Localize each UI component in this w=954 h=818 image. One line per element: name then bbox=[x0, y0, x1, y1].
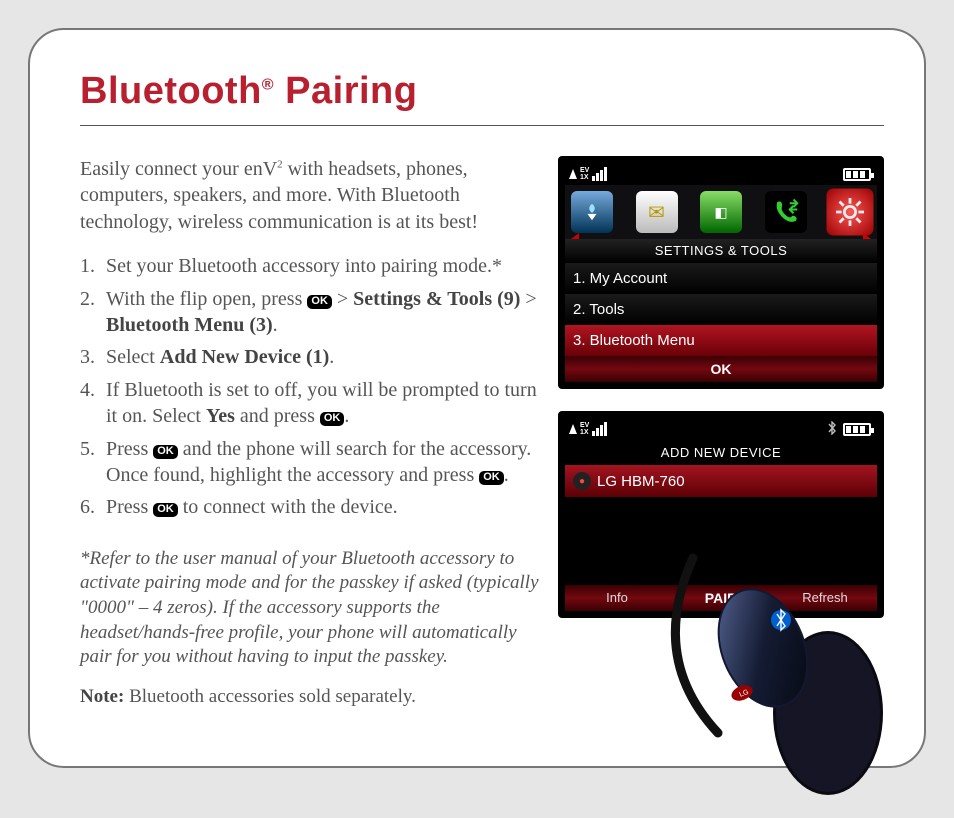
ok-icon: OK bbox=[307, 295, 332, 309]
signal-group: EV 1X bbox=[569, 422, 607, 436]
page-title: Bluetooth® Pairing bbox=[80, 70, 884, 113]
steps-list: Set your Bluetooth accessory into pairin… bbox=[80, 253, 540, 521]
menu-tools: 2. Tools bbox=[565, 294, 877, 325]
phone-screen-settings: EV 1X ✉ ◧ bbox=[558, 156, 884, 389]
add-device-title: ADD NEW DEVICE bbox=[565, 440, 877, 465]
ok-icon: OK bbox=[153, 445, 178, 459]
step-4: If Bluetooth is set to off, you will be … bbox=[80, 377, 540, 430]
antenna-icon bbox=[569, 424, 577, 434]
s4b: Yes bbox=[206, 405, 235, 427]
svg-text:LG: LG bbox=[738, 689, 749, 699]
settings-gear-icon bbox=[826, 188, 873, 235]
antenna-icon bbox=[569, 169, 577, 179]
intro-paragraph: Easily connect your enV2 with headsets, … bbox=[80, 156, 540, 235]
download-icon bbox=[571, 191, 613, 233]
s2f: . bbox=[273, 314, 278, 336]
device-row: ● LG HBM-760 bbox=[565, 465, 877, 497]
onex-label: 1X bbox=[580, 174, 589, 181]
calls-icon bbox=[765, 191, 807, 233]
battery-icon bbox=[843, 168, 871, 181]
title-post: Pairing bbox=[274, 70, 417, 112]
registered-mark: ® bbox=[262, 76, 274, 93]
signal-bars-icon bbox=[592, 167, 607, 181]
net-labels: EV 1X bbox=[579, 167, 590, 181]
phone-screen-add-device: EV 1X ADD NEW DEVICE ● LG H bbox=[558, 411, 884, 618]
left-column: Easily connect your enV2 with headsets, … bbox=[80, 156, 540, 709]
content-row: Easily connect your enV2 with headsets, … bbox=[80, 156, 884, 709]
s3a: Select bbox=[106, 346, 160, 368]
ev-label: EV bbox=[580, 422, 589, 429]
contacts-icon: ◧ bbox=[700, 191, 742, 233]
device-name: LG HBM-760 bbox=[597, 473, 685, 490]
s5c: . bbox=[504, 464, 509, 486]
mail-icon: ✉ bbox=[636, 191, 678, 233]
step-5: Press OK and the phone will search for t… bbox=[80, 436, 540, 489]
softkey-refresh: Refresh bbox=[773, 590, 877, 606]
s2d: > bbox=[520, 288, 536, 310]
s3b: Add New Device (1) bbox=[160, 346, 329, 368]
section-title: SETTINGS & TOOLS bbox=[565, 239, 877, 263]
signal-bars-icon bbox=[592, 422, 607, 436]
softkey-info: Info bbox=[565, 590, 669, 606]
s2c: Settings & Tools (9) bbox=[353, 288, 520, 310]
s2e: Bluetooth Menu (3) bbox=[106, 314, 273, 336]
ev-label: EV bbox=[580, 167, 589, 174]
s2a: With the flip open, press bbox=[106, 288, 307, 310]
onex-label: 1X bbox=[580, 429, 589, 436]
s5a: Press bbox=[106, 438, 153, 460]
s2b: > bbox=[332, 288, 353, 310]
title-pre: Bluetooth bbox=[80, 70, 262, 112]
s6b: to connect with the device. bbox=[178, 496, 398, 518]
menu-my-account: 1. My Account bbox=[565, 263, 877, 294]
net-labels: EV 1X bbox=[579, 422, 590, 436]
note-bold: Note: bbox=[80, 686, 124, 707]
intro-a: Easily connect your enV bbox=[80, 158, 277, 180]
signal-group: EV 1X bbox=[569, 167, 607, 181]
battery-icon bbox=[843, 423, 871, 436]
right-column: EV 1X ✉ ◧ bbox=[558, 156, 884, 709]
status-bar: EV 1X bbox=[565, 163, 877, 185]
s4d: . bbox=[344, 405, 349, 427]
menu-bluetooth: 3. Bluetooth Menu bbox=[565, 325, 877, 356]
note-line: Note: Bluetooth accessories sold separat… bbox=[80, 684, 540, 709]
note-text: Bluetooth accessories sold separately. bbox=[124, 686, 416, 707]
headset-small-icon: ● bbox=[573, 472, 591, 490]
softkey-bar: Info PAIR Refresh bbox=[565, 585, 877, 611]
home-icon-row: ✉ ◧ bbox=[565, 185, 877, 239]
softkey-left bbox=[565, 361, 669, 377]
ok-icon: OK bbox=[320, 412, 345, 426]
manual-card: Bluetooth® Pairing Easily connect your e… bbox=[28, 28, 926, 768]
step-6: Press OK to connect with the device. bbox=[80, 494, 540, 520]
s4c: and press bbox=[235, 405, 320, 427]
bluetooth-icon bbox=[827, 421, 837, 438]
softkey-bar: OK bbox=[565, 356, 877, 382]
ok-icon: OK bbox=[153, 503, 178, 517]
ok-icon: OK bbox=[479, 471, 504, 485]
softkey-right bbox=[773, 361, 877, 377]
step-2: With the flip open, press OK > Settings … bbox=[80, 286, 540, 339]
s6a: Press bbox=[106, 496, 153, 518]
footnote: *Refer to the user manual of your Blueto… bbox=[80, 547, 540, 670]
softkey-pair: PAIR bbox=[669, 590, 773, 606]
device-list-empty bbox=[565, 497, 877, 585]
step-1: Set your Bluetooth accessory into pairin… bbox=[80, 253, 540, 279]
s3c: . bbox=[329, 346, 334, 368]
title-rule bbox=[80, 125, 884, 126]
status-bar: EV 1X bbox=[565, 418, 877, 440]
softkey-center: OK bbox=[669, 361, 773, 377]
step-3: Select Add New Device (1). bbox=[80, 344, 540, 370]
step-1-text: Set your Bluetooth accessory into pairin… bbox=[106, 255, 502, 277]
